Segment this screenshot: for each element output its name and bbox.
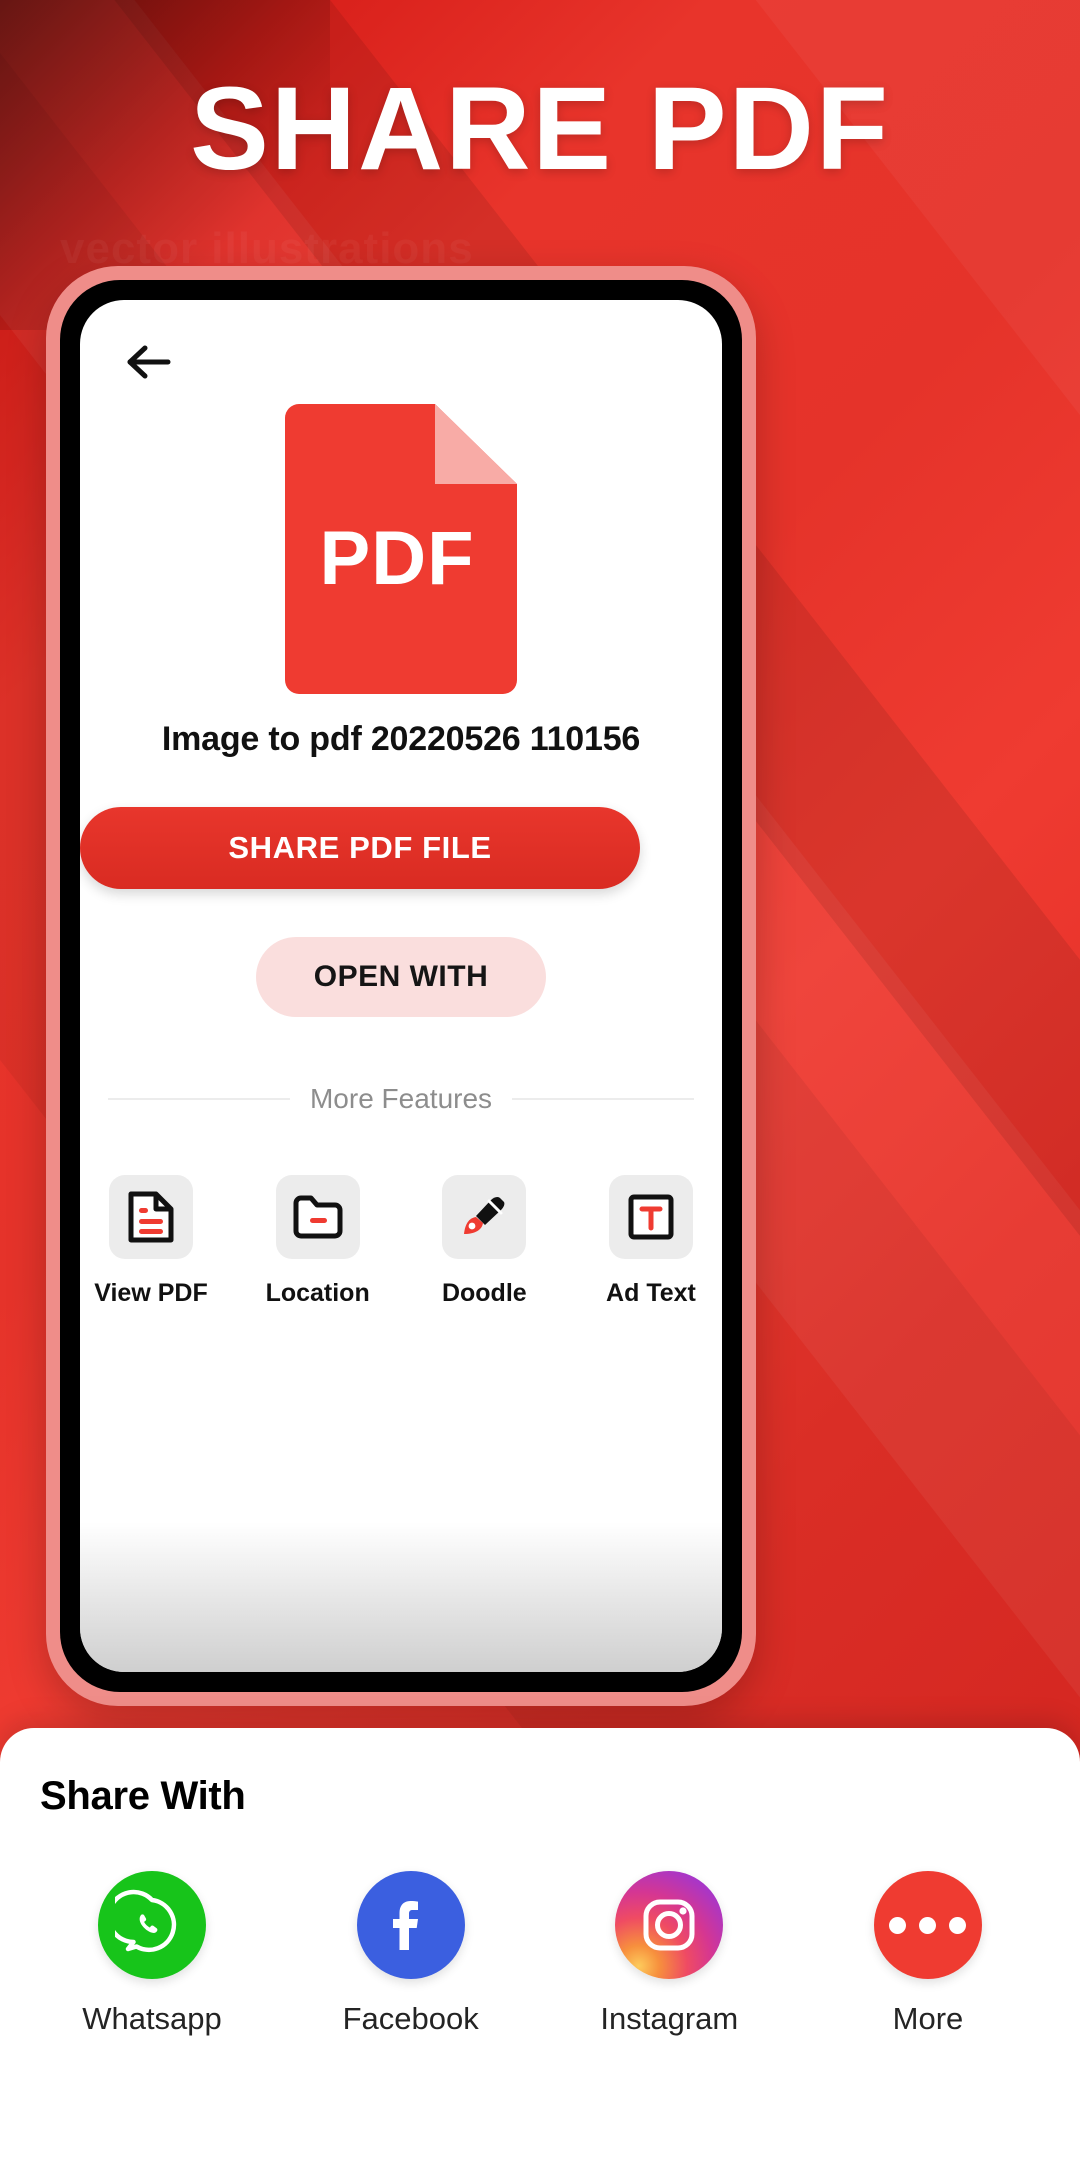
divider-line-left: [108, 1098, 290, 1100]
dot: [919, 1916, 937, 1934]
share-label: Instagram: [600, 2001, 739, 2036]
feature-label: View PDF: [94, 1279, 208, 1307]
pdf-document-preview: PDF: [80, 404, 722, 694]
folder-minus-icon: [293, 1195, 343, 1239]
share-label: Whatsapp: [82, 2001, 222, 2036]
arrow-left-icon: [127, 345, 171, 379]
paint-brush-icon: [464, 1196, 505, 1234]
share-label: More: [892, 2001, 964, 2036]
phone-bezel: PDF Image to pdf 20220526 110156 SHARE P…: [60, 280, 742, 1692]
feature-tile: [275, 1175, 360, 1259]
share-with-title: Share With: [40, 1774, 246, 1818]
facebook-glyph: [392, 1901, 418, 1950]
share-pdf-file-button[interactable]: SHARE PDF FILE: [80, 807, 640, 889]
instagram-icon: [615, 1871, 724, 1979]
pdf-file-icon: PDF: [285, 404, 517, 694]
document-lines-icon: [128, 1191, 174, 1243]
file-name-label: Image to pdf 20220526 110156: [161, 720, 641, 758]
feature-item-ad-text[interactable]: Ad Text: [591, 1175, 711, 1308]
feature-item-location[interactable]: Location: [258, 1175, 378, 1308]
feature-tile: [109, 1175, 193, 1259]
more-features-divider: More Features: [108, 1083, 695, 1115]
feature-label: Doodle: [441, 1279, 527, 1307]
screen-bottom-fade: [80, 1522, 722, 1672]
share-target-instagram[interactable]: Instagram: [569, 1871, 769, 2037]
whatsapp-icon: [98, 1871, 206, 1979]
text-box-icon: [628, 1194, 674, 1240]
more-features-grid: View PDF Location Doodle Ad Text: [91, 1175, 711, 1308]
back-button[interactable]: [124, 342, 722, 382]
dot: [889, 1916, 907, 1934]
instagram-glyph: [643, 1899, 695, 1951]
page-title: SHARE PDF: [190, 63, 890, 195]
ellipsis-glyph: [889, 1916, 967, 1934]
share-target-more[interactable]: More: [828, 1871, 1028, 2037]
promo-banner: vector illustrations SHARE PDF: [0, 0, 1080, 2160]
share-targets-row: Whatsapp Facebook Instagram More: [40, 1871, 1040, 2037]
phone-mockup-frame: PDF Image to pdf 20220526 110156 SHARE P…: [46, 266, 756, 1706]
share-target-facebook[interactable]: Facebook: [311, 1871, 511, 2037]
dot: [949, 1916, 967, 1934]
share-target-whatsapp[interactable]: Whatsapp: [52, 1871, 252, 2037]
more-features-label: More Features: [309, 1083, 493, 1114]
facebook-icon: [356, 1871, 465, 1979]
feature-item-doodle[interactable]: Doodle: [424, 1175, 544, 1308]
background-band: [760, 0, 1080, 1687]
feature-tile: [608, 1175, 693, 1259]
whatsapp-glyph: [115, 1889, 177, 1953]
divider-line-right: [512, 1098, 695, 1100]
pdf-badge-text: PDF: [320, 516, 475, 601]
app-toolbar: [80, 300, 722, 382]
feature-item-view-pdf[interactable]: View PDF: [91, 1175, 211, 1308]
more-dots-icon: [873, 1871, 982, 1979]
phone-screen: PDF Image to pdf 20220526 110156 SHARE P…: [80, 300, 722, 1672]
open-with-button[interactable]: OPEN WITH: [256, 937, 546, 1017]
share-bottom-sheet: Share With Whatsapp Facebook Instagram M…: [0, 1728, 1080, 2160]
share-label: Facebook: [342, 2001, 479, 2036]
feature-label: Ad Text: [606, 1279, 696, 1307]
feature-label: Location: [265, 1279, 370, 1307]
feature-tile: [442, 1175, 527, 1259]
